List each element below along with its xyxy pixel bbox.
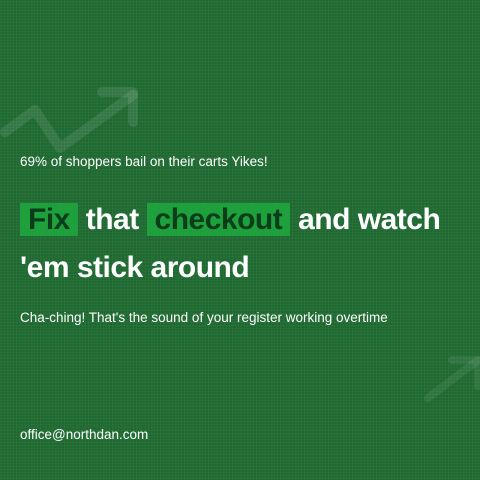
cart-abandonment-stat: 69% of shoppers bail on their carts Yike… (20, 154, 268, 169)
trend-arrow-icon (0, 87, 138, 153)
headline-line1-rest: and watch (298, 203, 441, 236)
trend-arrow-icon (424, 356, 480, 402)
promo-card: 69% of shoppers bail on their carts Yike… (0, 0, 480, 480)
headline: Fix that checkout and watch 'em stick ar… (20, 196, 470, 292)
tagline: Cha-ching! That's the sound of your regi… (20, 310, 388, 325)
headline-word-that: that (85, 203, 140, 236)
headline-highlight-fix: Fix (20, 203, 78, 236)
headline-line2: 'em stick around (20, 251, 250, 284)
contact-email[interactable]: office@northdan.com (20, 427, 148, 442)
headline-highlight-checkout: checkout (146, 203, 291, 236)
